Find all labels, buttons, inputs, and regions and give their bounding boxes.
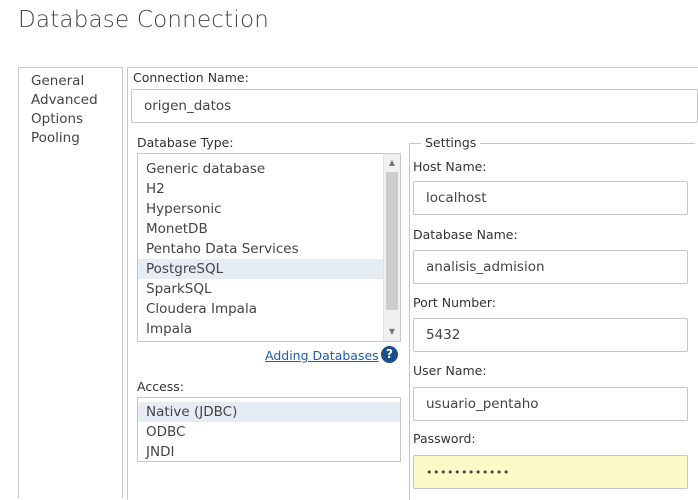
scroll-down-icon[interactable]: ▼ [384,325,400,339]
password-input[interactable]: •••••••••••• [413,455,688,489]
list-item[interactable]: MonetDB [138,219,383,239]
user-name-input[interactable]: usuario_pentaho [413,387,688,421]
list-item[interactable]: JNDI [138,442,400,461]
list-item[interactable]: ODBC [138,422,400,442]
settings-legend: Settings [421,135,481,150]
list-item-selected[interactable]: PostgreSQL [138,259,383,279]
database-type-label: Database Type: [137,135,234,150]
nav-item-advanced[interactable]: Advanced [19,91,122,110]
list-item[interactable]: Pentaho Data Services [138,239,383,259]
password-label: Password: [413,431,476,446]
scroll-thumb[interactable] [386,172,398,310]
port-number-input[interactable]: 5432 [413,318,688,352]
port-number-label: Port Number: [413,295,496,310]
help-icon[interactable]: ? [381,346,398,363]
nav-item-options[interactable]: Options [19,110,122,129]
database-type-list[interactable]: Generic database H2 Hypersonic MonetDB P… [137,153,401,342]
list-item[interactable]: H2 [138,179,383,199]
scroll-up-icon[interactable]: ▲ [384,156,400,170]
connection-name-label: Connection Name: [133,70,249,85]
list-item[interactable]: Generic database [138,159,383,179]
nav-item-general[interactable]: General [19,72,122,91]
adding-databases-link[interactable]: Adding Databases [265,348,379,363]
user-name-label: User Name: [413,363,487,378]
left-nav: General Advanced Options Pooling [18,67,123,498]
list-item[interactable]: Cloudera Impala [138,299,383,319]
nav-item-pooling[interactable]: Pooling [19,129,122,148]
access-label: Access: [137,379,185,394]
list-item[interactable]: Impala [138,319,383,339]
database-name-input[interactable]: analisis_admision [413,250,688,284]
access-list[interactable]: Native (JDBC) ODBC JNDI [137,397,401,462]
host-name-input[interactable]: localhost [413,181,688,215]
host-name-label: Host Name: [413,159,487,174]
page-title: Database Connection [18,7,269,33]
database-name-label: Database Name: [413,227,518,242]
connection-name-input[interactable]: origen_datos [131,89,698,123]
list-item[interactable]: SparkSQL [138,279,383,299]
database-type-scrollbar[interactable]: ▲ ▼ [383,154,400,341]
list-item[interactable]: Hypersonic [138,199,383,219]
list-item-selected[interactable]: Native (JDBC) [138,402,400,422]
